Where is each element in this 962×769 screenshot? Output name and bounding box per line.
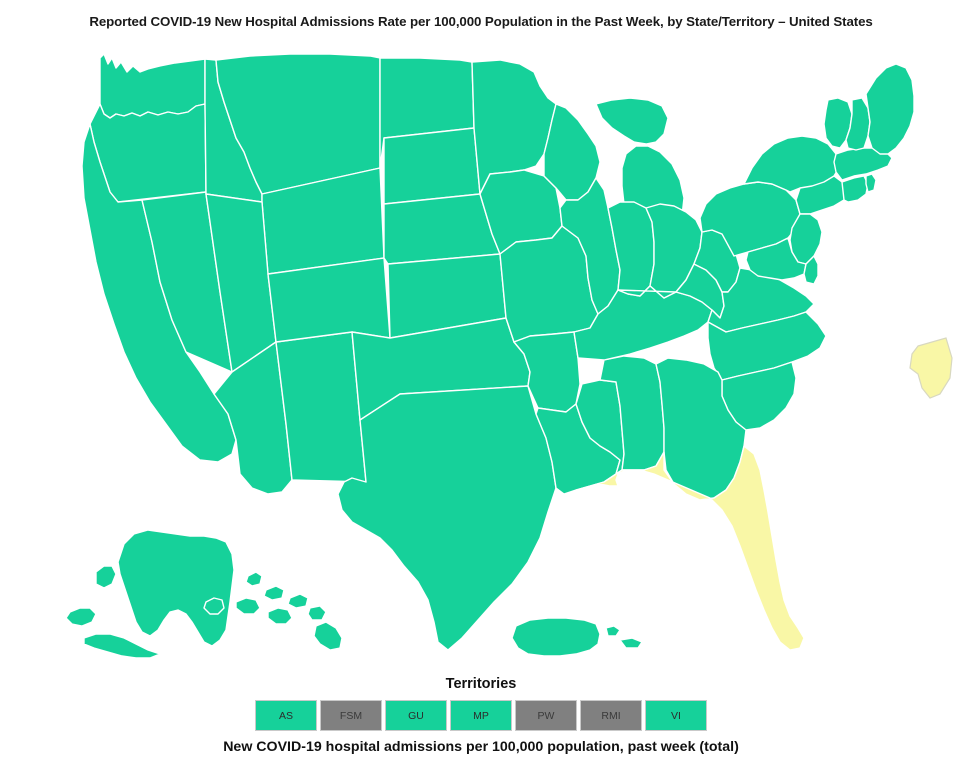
- state-SD[interactable]: [383, 127, 481, 205]
- state-ME[interactable]: [865, 63, 915, 155]
- covid-map-page: Reported COVID-19 New Hospital Admission…: [0, 0, 962, 769]
- territory-label-rmi: RMI: [601, 709, 621, 722]
- territory-box-rmi[interactable]: RMI: [580, 700, 642, 731]
- state-PR[interactable]: [511, 617, 643, 657]
- state-CT[interactable]: [841, 175, 869, 203]
- territory-box-as[interactable]: AS: [255, 700, 317, 731]
- territory-label-mp: MP: [473, 709, 489, 722]
- page-title: Reported COVID-19 New Hospital Admission…: [89, 14, 873, 29]
- state-NM[interactable]: [275, 331, 367, 483]
- map-svg: [65, 53, 953, 659]
- territory-box-mp[interactable]: MP: [450, 700, 512, 731]
- territory-box-pw[interactable]: PW: [515, 700, 577, 731]
- map-legend: Territories AS FSM GU MP PW RMI VI New C…: [0, 676, 962, 756]
- territory-box-fsm[interactable]: FSM: [320, 700, 382, 731]
- territory-box-gu[interactable]: GU: [385, 700, 447, 731]
- territories-heading: Territories: [445, 676, 517, 692]
- territory-label-as: AS: [278, 709, 293, 722]
- state-RI[interactable]: [865, 173, 877, 193]
- us-choropleth-map: [0, 42, 962, 676]
- state-AK[interactable]: [65, 529, 293, 659]
- inset-right-region[interactable]: [909, 337, 953, 399]
- state-HI[interactable]: [245, 571, 343, 651]
- legend-caption: New COVID-19 hospital admissions per 100…: [223, 739, 739, 755]
- territory-label-vi: VI: [671, 709, 681, 722]
- state-WA[interactable]: [99, 53, 206, 119]
- territory-legend-row: AS FSM GU MP PW RMI VI: [0, 700, 962, 731]
- territory-label-gu: GU: [408, 709, 424, 722]
- territory-box-vi[interactable]: VI: [645, 700, 707, 731]
- territory-label-pw: PW: [537, 709, 555, 722]
- state-TX[interactable]: [337, 385, 557, 651]
- territory-label-fsm: FSM: [339, 709, 363, 722]
